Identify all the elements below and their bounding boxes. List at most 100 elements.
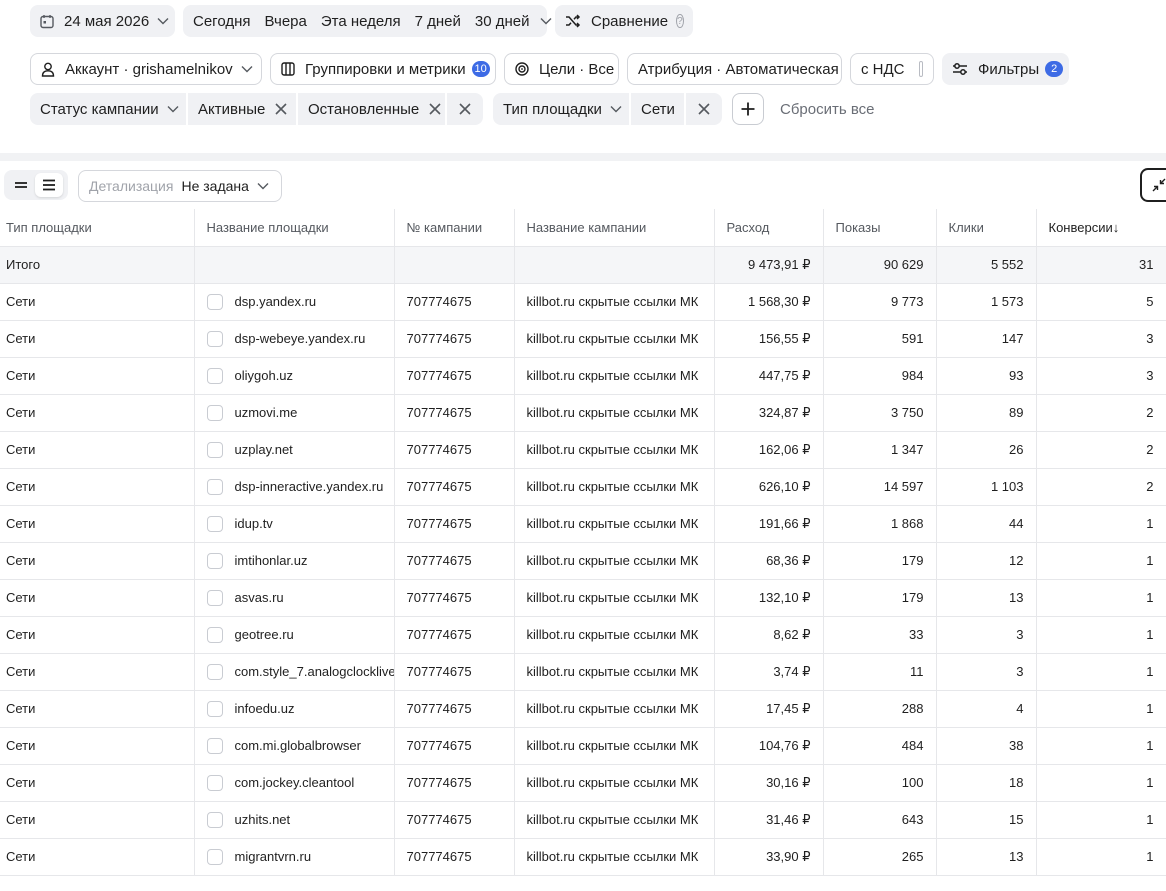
table-row[interactable]: Сети uzplay.net 707774675 killbot.ru скрыты… — [0, 431, 1166, 469]
detail-selector[interactable]: Детализация Не задана — [78, 170, 282, 202]
period-this-week[interactable]: Эта неделя — [321, 13, 401, 30]
campaign-status-filter[interactable]: Статус кампании — [30, 93, 186, 125]
row-checkbox[interactable] — [206, 404, 223, 421]
placement-name: dsp-webeye.yandex.ru — [234, 331, 366, 347]
placement-name: com.mi.globalbrowser — [234, 738, 361, 754]
vat-checkbox[interactable] — [918, 61, 923, 77]
cell-placement-type: Сети — [0, 801, 195, 839]
table-row[interactable]: Сети asvas.ru 707774675 killbot.ru скрытые … — [0, 579, 1166, 617]
row-checkbox[interactable] — [206, 811, 223, 828]
row-checkbox[interactable] — [206, 700, 223, 717]
cell-placement-name: infoedu.uz — [194, 690, 395, 728]
cell-conversions: 5 — [1036, 283, 1166, 321]
row-checkbox[interactable] — [206, 589, 223, 606]
cell-clicks: 18 — [936, 764, 1037, 802]
cell-placement-type: Сети — [0, 357, 195, 395]
cell-spend: 31,46 ₽ — [714, 801, 824, 839]
chevron-down-icon[interactable] — [540, 17, 552, 25]
column-header-conversions[interactable]: Конверсии↓ — [1036, 209, 1166, 247]
cell-placement-type: Сети — [0, 616, 195, 654]
table-row[interactable]: Сети com.mi.globalbrowser 707774675 killbot… — [0, 727, 1166, 765]
cell-campaign-id: 707774675 — [394, 505, 515, 543]
cell-conversions: 1 — [1036, 542, 1166, 580]
date-picker[interactable]: 24 мая 2026 — [30, 5, 175, 37]
cell-conversions: 1 — [1036, 653, 1166, 691]
table-row[interactable]: Сети geotree.ru 707774675 killbot.ru скрыты… — [0, 616, 1166, 654]
table-row[interactable]: Сети imtihonlar.uz 707774675 killbot.ru скр… — [0, 542, 1166, 580]
period-30-days[interactable]: 30 дней — [475, 13, 530, 30]
row-checkbox[interactable] — [206, 737, 223, 754]
row-checkbox[interactable] — [206, 441, 223, 458]
goals-selector[interactable]: Цели · Все — [504, 53, 619, 85]
table-row[interactable]: Сети oliygoh.uz 707774675 killbot.ru скрыты… — [0, 357, 1166, 395]
cell-impressions: 33 — [823, 616, 937, 654]
cell-conversions: 1 — [1036, 764, 1166, 802]
remove-icon[interactable] — [275, 103, 287, 115]
row-checkbox[interactable] — [206, 330, 223, 347]
clear-status-filter-button[interactable] — [447, 93, 483, 125]
column-header-placement-name[interactable]: Название площадки — [194, 209, 395, 247]
row-checkbox[interactable] — [206, 774, 223, 791]
table-row[interactable]: Сети infoedu.uz 707774675 killbot.ru скрыты… — [0, 690, 1166, 728]
close-icon — [698, 103, 710, 115]
status-chip-active[interactable]: Активные — [188, 93, 296, 125]
table-row[interactable]: Сети com.style_7.analogclocklivev 70777467… — [0, 653, 1166, 691]
column-header-campaign-name[interactable]: Название кампании — [514, 209, 715, 247]
period-yesterday[interactable]: Вчера — [265, 13, 307, 30]
row-checkbox[interactable] — [206, 663, 223, 680]
column-header-campaign-id[interactable]: № кампании — [394, 209, 515, 247]
compare-button[interactable]: Сравнение ? — [555, 5, 693, 37]
cell-campaign-name: killbot.ru скрытые ссылки МК — [514, 764, 715, 802]
cell-impressions: 179 — [823, 579, 937, 617]
cell-placement-name: dsp-webeye.yandex.ru — [194, 320, 395, 358]
row-checkbox[interactable] — [206, 367, 223, 384]
period-today[interactable]: Сегодня — [193, 13, 251, 30]
status-chip-stopped[interactable]: Остановленные — [298, 93, 445, 125]
help-icon[interactable]: ? — [676, 14, 684, 28]
cell-placement-type: Сети — [0, 505, 195, 543]
placement-type-chip[interactable]: Сети — [631, 93, 684, 125]
remove-icon[interactable] — [429, 103, 441, 115]
table-row[interactable]: Сети dsp-inneractive.yandex.ru 707774675 ki… — [0, 468, 1166, 506]
table-row[interactable]: Сети uzmovi.me 707774675 killbot.ru скрытые… — [0, 394, 1166, 432]
regular-view-button[interactable] — [35, 173, 63, 197]
column-header-spend[interactable]: Расход — [714, 209, 824, 247]
compact-view-button[interactable] — [7, 173, 35, 197]
column-header-impressions[interactable]: Показы — [823, 209, 937, 247]
column-header-clicks[interactable]: Клики — [936, 209, 1037, 247]
placement-type-filter[interactable]: Тип площадки — [493, 93, 629, 125]
account-selector[interactable]: Аккаунт · grishamelnikov — [30, 53, 262, 85]
column-header-placement-type[interactable]: Тип площадки — [0, 209, 195, 247]
table-row[interactable]: Сети idup.tv 707774675 killbot.ru скрытые с… — [0, 505, 1166, 543]
cell-placement-name: geotree.ru — [194, 616, 395, 654]
cell-impressions: 288 — [823, 690, 937, 728]
reset-all-link[interactable]: Сбросить все — [780, 101, 874, 118]
row-checkbox[interactable] — [206, 626, 223, 643]
cell-placement-type: Сети — [0, 283, 195, 321]
table-row[interactable]: Сети dsp-webeye.yandex.ru 707774675 killbot… — [0, 320, 1166, 358]
table-row[interactable]: Сети migrantvrn.ru 707774675 killbot.ru скр… — [0, 838, 1166, 876]
filters-button[interactable]: Фильтры 2 — [942, 53, 1069, 85]
attribution-selector[interactable]: Атрибуция · Автоматическая — [627, 53, 842, 85]
date-value: 24 мая 2026 — [64, 12, 150, 30]
conversions-header-label: Конверсии — [1048, 219, 1113, 235]
table-row[interactable]: Сети uzhits.net 707774675 killbot.ru скрыты… — [0, 801, 1166, 839]
table-row[interactable]: Сети dsp.yandex.ru 707774675 killbot.ru скр… — [0, 283, 1166, 321]
row-checkbox[interactable] — [206, 552, 223, 569]
vat-toggle[interactable]: с НДС — [850, 53, 934, 85]
cell-placement-type: Сети — [0, 320, 195, 358]
cell-clicks: 93 — [936, 357, 1037, 395]
cell-impressions: 11 — [823, 653, 937, 691]
row-checkbox[interactable] — [206, 478, 223, 495]
groupings-count-badge: 10 — [471, 61, 490, 77]
row-checkbox[interactable] — [206, 515, 223, 532]
status-value-stopped: Остановленные — [308, 100, 420, 118]
row-checkbox[interactable] — [206, 848, 223, 865]
period-7-days[interactable]: 7 дней — [415, 13, 461, 30]
add-filter-button[interactable] — [732, 93, 764, 125]
row-checkbox[interactable] — [206, 293, 223, 310]
collapse-panel-button[interactable] — [1140, 168, 1166, 202]
groupings-metrics-button[interactable]: Группировки и метрики 10 — [270, 53, 496, 85]
table-row[interactable]: Сети com.jockey.cleantool 707774675 killbot… — [0, 764, 1166, 802]
clear-placement-filter-button[interactable] — [686, 93, 722, 125]
